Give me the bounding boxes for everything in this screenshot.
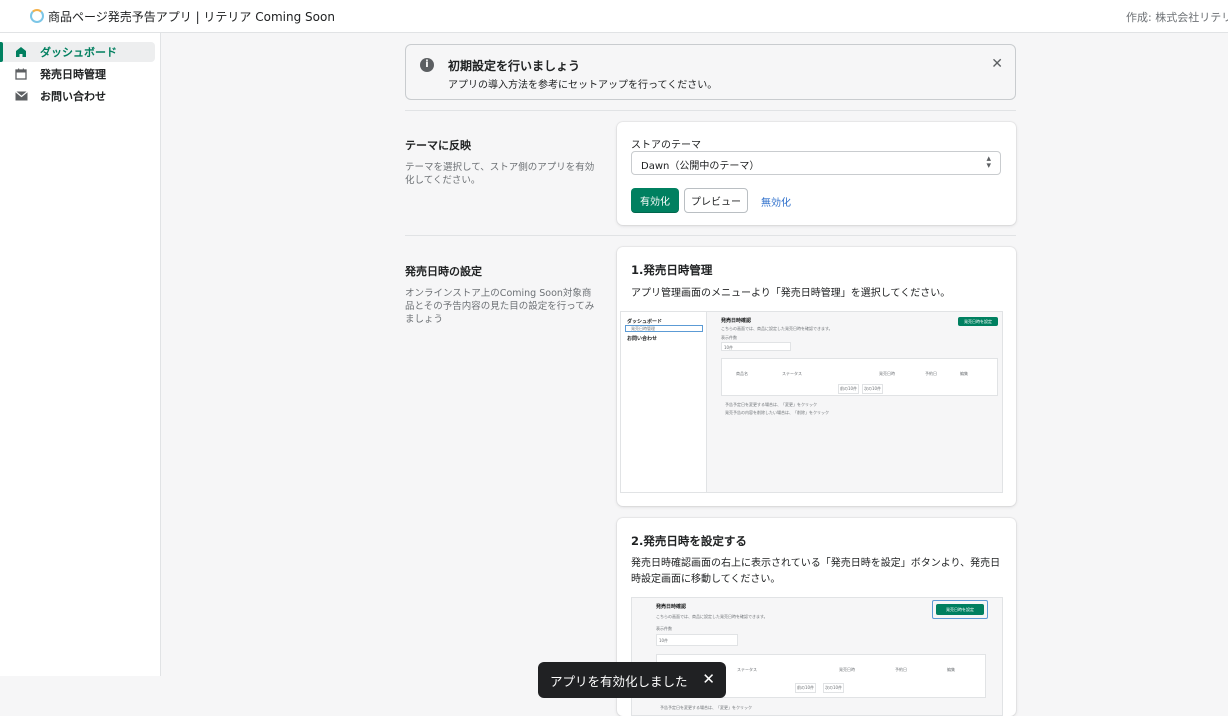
mini-count-label: 表示件数	[656, 626, 672, 631]
sidebar-item-release-management[interactable]: 発売日時管理	[0, 64, 155, 84]
theme-card: ストアのテーマ Dawn（公開中のテーマ） ▴ ▾ 有効化 プレビュー 無効化	[617, 122, 1016, 225]
step1-text: アプリ管理画面のメニューより「発売日時管理」を選択してください。	[631, 288, 951, 299]
mini-col-status: ステータス	[737, 667, 757, 672]
toast-notification: アプリを有効化しました ✕	[538, 662, 726, 698]
mini-note-2: 発売予告の内容を削除したい場合は、「削除」をクリック	[725, 410, 829, 415]
sidebar-item-label: お問い合わせ	[40, 90, 106, 103]
step1-screenshot: ダッシュボード 発売日時管理 お問い合わせ 発売日時確認 こちらの画面では、商品…	[620, 311, 1003, 493]
banner-text: アプリの導入方法を参考にセットアップを行ってください。	[448, 80, 718, 91]
mini-count-value: 10件	[659, 638, 669, 643]
enable-button[interactable]: 有効化	[631, 188, 679, 213]
mini-nav-release: 発売日時管理	[631, 326, 655, 331]
mini-col-reserve: 予約日	[925, 371, 937, 376]
theme-select-value: Dawn（公開中のテーマ）	[641, 161, 760, 172]
mail-icon	[14, 89, 28, 103]
banner-title: 初期設定を行いましょう	[448, 59, 581, 73]
disable-link[interactable]: 無効化	[761, 194, 791, 209]
mini-page-desc: こちらの画面では、商品に設定した発売日時を確認できます。	[721, 326, 833, 331]
mini-nav-dashboard: ダッシュボード	[627, 319, 663, 325]
mini-col-product: 商品名	[736, 371, 748, 376]
mini-page-title: 発売日時確認	[656, 604, 687, 610]
mini-count-select: 10件	[656, 634, 738, 646]
mini-pager-next: 次の10件	[823, 683, 845, 693]
divider	[405, 110, 1016, 111]
home-icon	[14, 45, 28, 59]
mini-nav-contact: お問い合わせ	[627, 336, 658, 342]
mini-count-label: 表示件数	[721, 335, 737, 340]
app-title: 商品ページ発売予告アプリ | リテリア Coming Soon	[48, 10, 335, 24]
release-section-description: オンラインストア上のComing Soon対象商品とその予告内容の見た目の設定を…	[405, 288, 595, 325]
step2-title: 2.発売日時を設定する	[631, 534, 747, 548]
sidebar-item-label: 発売日時管理	[40, 68, 106, 81]
mini-table: 商品名 ステータス 発売日時 予約日 編集 前の10件 次の10件	[721, 358, 998, 396]
mini-col-edit: 編集	[960, 371, 968, 376]
release-section-title: 発売日時の設定	[405, 265, 482, 278]
sidebar-item-contact[interactable]: お問い合わせ	[0, 86, 155, 106]
mini-count-select: 10件	[721, 342, 791, 351]
theme-select[interactable]: Dawn（公開中のテーマ） ▴ ▾	[631, 151, 1001, 175]
mini-col-release: 発売日時	[839, 667, 855, 672]
info-icon: i	[420, 58, 434, 72]
mini-pager-prev: 前の10件	[838, 384, 860, 394]
author-text: 作成: 株式会社リテリア	[1126, 11, 1228, 24]
divider	[405, 235, 1016, 236]
sidebar-item-dashboard[interactable]: ダッシュボード	[0, 42, 155, 62]
sidebar: ダッシュボード 発売日時管理 お問い合わせ	[0, 33, 161, 676]
step2-text: 発売日時確認画面の右上に表示されている「発売日時を設定」ボタンより、発売日時設定…	[631, 558, 1001, 585]
mini-note-1: 予告予定日を変更する場合は、「変更」をクリック	[660, 705, 752, 710]
toast-message: アプリを有効化しました	[550, 673, 688, 689]
theme-select-label: ストアのテーマ	[631, 140, 701, 151]
mini-count-value: 10件	[724, 345, 734, 350]
app-logo-icon	[30, 9, 44, 23]
theme-section-title: テーマに反映	[405, 139, 471, 152]
mini-col-reserve: 予約日	[895, 667, 907, 672]
top-bar: 商品ページ発売予告アプリ | リテリア Coming Soon 作成: 株式会社…	[0, 0, 1228, 33]
step1-title: 1.発売日時管理	[631, 263, 713, 277]
mini-set-button: 発売日時を設定	[958, 317, 998, 326]
step1-card: 1.発売日時管理 アプリ管理画面のメニューより「発売日時管理」を選択してください…	[617, 247, 1016, 506]
preview-button[interactable]: プレビュー	[684, 188, 748, 213]
mini-pager-prev: 前の10件	[795, 683, 817, 693]
close-icon[interactable]: ✕	[702, 670, 715, 688]
mini-pager-next: 次の10件	[862, 384, 884, 394]
mini-col-edit: 編集	[947, 667, 955, 672]
mini-note-1: 予告予定日を変更する場合は、「変更」をクリック	[725, 402, 817, 407]
step2-screenshot: 発売日時確認 こちらの画面では、商品に設定した発売日時を確認できます。 発売日時…	[631, 597, 1003, 716]
setup-banner: i 初期設定を行いましょう アプリの導入方法を参考にセットアップを行ってください…	[405, 44, 1016, 100]
sidebar-item-label: ダッシュボード	[40, 46, 117, 59]
mini-page-desc: こちらの画面では、商品に設定した発売日時を確認できます。	[656, 614, 768, 619]
theme-section-description: テーマを選択して、ストア側のアプリを有効化してください。	[405, 162, 595, 186]
mini-page-title: 発売日時確認	[721, 318, 752, 324]
mini-col-release: 発売日時	[879, 371, 895, 376]
calendar-icon	[14, 67, 28, 81]
mini-col-status: ステータス	[782, 371, 802, 376]
close-icon[interactable]: ✕	[991, 56, 1003, 72]
mini-set-button: 発売日時を設定	[936, 604, 984, 615]
select-arrows-icon: ▴ ▾	[986, 154, 991, 171]
